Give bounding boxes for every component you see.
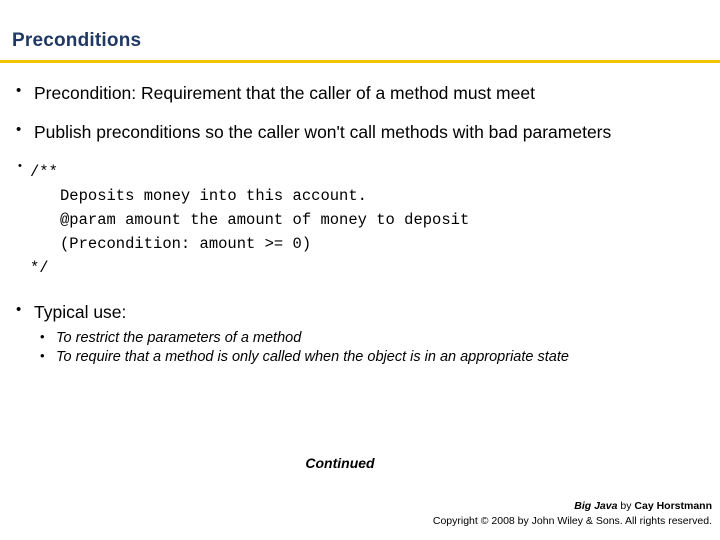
- footer-by: by: [617, 499, 635, 512]
- code-line-open: /**: [30, 162, 58, 181]
- footer-book-title: Big Java: [574, 499, 618, 512]
- code-line-precondition: (Precondition: amount >= 0): [60, 234, 312, 253]
- bullet-typical-use: Typical use:: [0, 301, 720, 323]
- title-divider: [0, 60, 720, 63]
- slide-body: Precondition: Requirement that the calle…: [0, 81, 720, 367]
- footer-copyright: Copyright © 2008 by John Wiley & Sons. A…: [432, 515, 712, 528]
- slide-footer: Big Java by Cay Horstmann Copyright © 20…: [433, 499, 712, 531]
- code-line-deposits: Deposits money into this account.: [60, 186, 367, 205]
- code-line-param: @param amount the amount of money to dep…: [60, 210, 470, 229]
- code-comment-block: /** Deposits money into this account. @p…: [0, 160, 720, 280]
- typical-use-list: To restrict the parameters of a method T…: [0, 328, 720, 367]
- footer-attribution: Big Java by Cay Horstmann: [433, 499, 712, 515]
- page-title: Preconditions: [12, 30, 142, 51]
- bullet-publish-preconditions: Publish preconditions so the caller won'…: [0, 120, 720, 145]
- continued-label: Continued: [305, 455, 375, 471]
- bullet-require-object-state: To require that a method is only called …: [0, 347, 720, 367]
- bullet-restrict-parameters: To restrict the parameters of a method: [0, 328, 720, 348]
- slide: Preconditions Precondition: Requirement …: [0, 0, 720, 540]
- code-line-close: */: [30, 258, 49, 277]
- footer-author: Cay Horstmann: [634, 499, 712, 512]
- bullet-precondition-definition: Precondition: Requirement that the calle…: [0, 81, 720, 106]
